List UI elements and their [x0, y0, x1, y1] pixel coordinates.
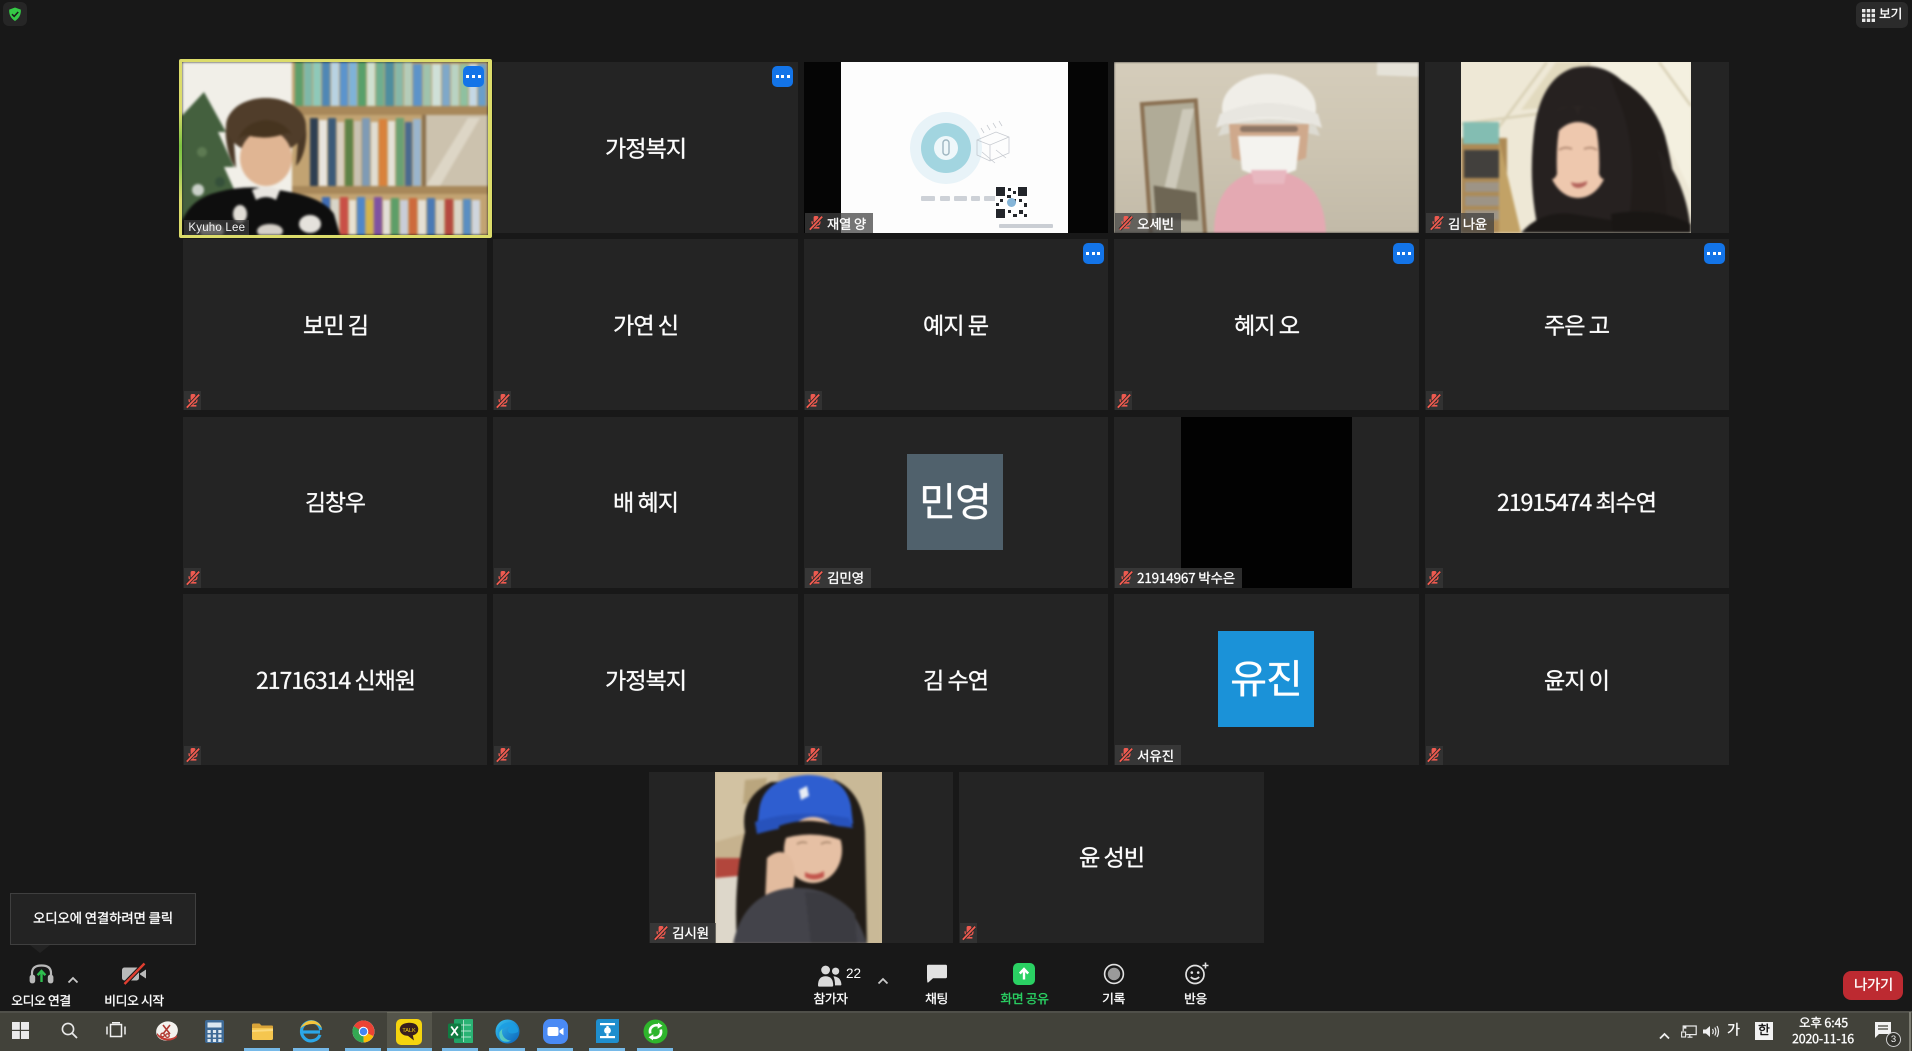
- svg-text:TALK: TALK: [402, 1028, 416, 1034]
